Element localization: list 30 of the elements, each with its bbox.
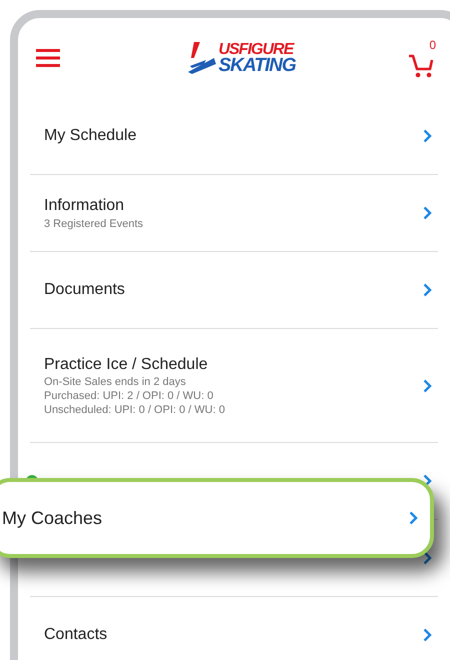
menu-item-title: My Schedule	[44, 127, 136, 145]
chevron-right-icon	[423, 628, 432, 642]
chevron-right-icon	[423, 129, 432, 143]
chevron-right-icon	[409, 511, 418, 525]
menu-row[interactable]: Practice Ice / Schedule On-Site Sales ends in 2 days Purchased: UPI: 2 / OPI: 0 / WU: 0 Unscheduled: UPI: 0 / OPI: 0 / WU: 0	[30, 329, 438, 443]
logo-text: USFIGURE	[218, 42, 294, 58]
chevron-right-icon	[423, 206, 432, 220]
menu-item-title: Information	[44, 197, 124, 215]
menu-row[interactable]: Documents	[30, 252, 438, 329]
logo-text: SKATING	[218, 58, 296, 74]
menu-row[interactable]: My Schedule	[30, 98, 438, 175]
menu-item-subtitle: On-Site Sales ends in 2 days	[44, 376, 187, 388]
chevron-right-icon	[423, 551, 432, 565]
chevron-right-icon	[423, 283, 432, 297]
menu-item-subtitle: Purchased: UPI: 2 / OPI: 0 / WU: 0	[44, 390, 214, 402]
menu-item-title: Documents	[44, 281, 125, 299]
menu-item-title: My Coaches	[2, 508, 102, 528]
menu-button[interactable]	[36, 48, 60, 68]
skater-logo-icon	[186, 40, 216, 76]
cart-button[interactable]: 0	[408, 38, 436, 78]
menu-item-title: Contacts	[44, 626, 108, 644]
highlighted-row-tooltip[interactable]: My Coaches	[0, 478, 434, 558]
menu-item-subtitle: Unscheduled: UPI: 0 / OPI: 0 / WU: 0	[44, 404, 225, 416]
menu-row[interactable]: Contacts	[30, 597, 438, 660]
menu-item-subtitle: 3 Registered Events	[44, 218, 144, 230]
menu-row[interactable]: Information 3 Registered Events	[30, 175, 438, 252]
cart-count: 0	[429, 38, 436, 52]
cart-icon	[408, 52, 434, 78]
chevron-right-icon	[423, 378, 432, 392]
menu-item-title: Practice Ice / Schedule	[44, 356, 208, 374]
